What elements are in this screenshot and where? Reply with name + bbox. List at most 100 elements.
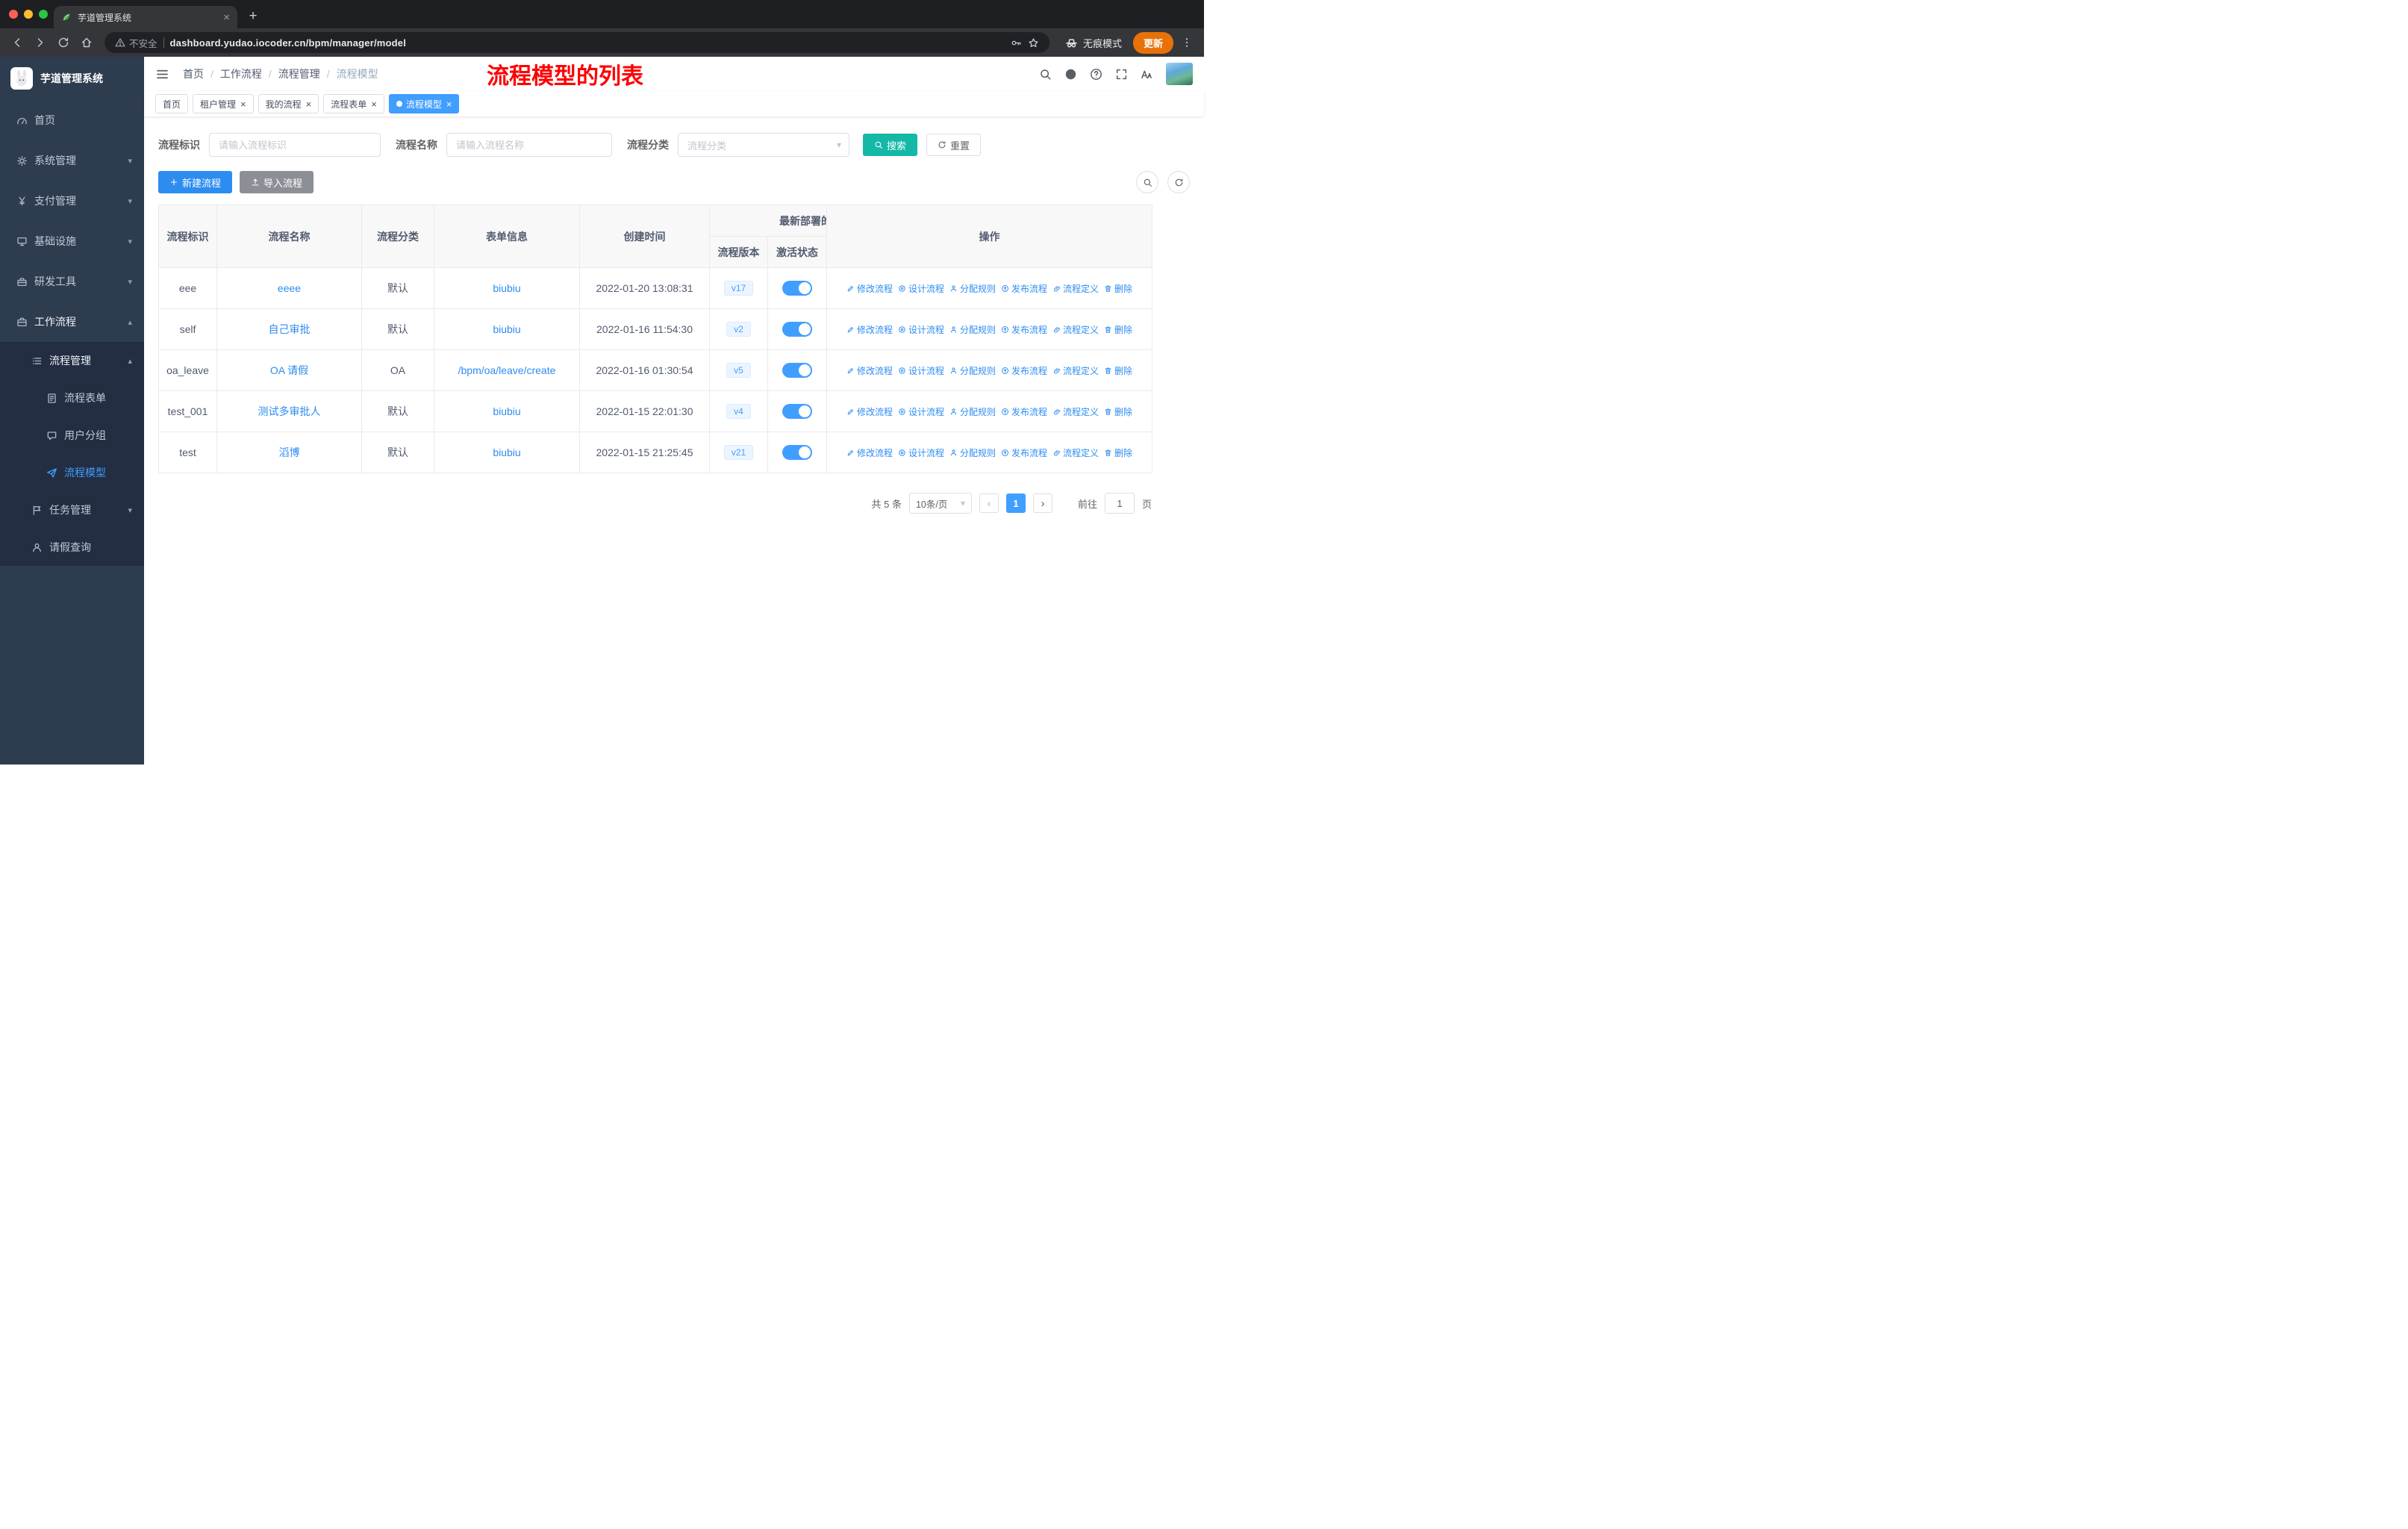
action-edit[interactable]: 修改流程 [846, 282, 893, 295]
security-status[interactable]: 不安全 [115, 36, 157, 50]
sidebar-item-6[interactable]: 流程管理 ▴ [0, 342, 144, 379]
sidebar-item-4[interactable]: 研发工具 ▾ [0, 261, 144, 302]
user-avatar[interactable] [1166, 63, 1193, 85]
current-page[interactable]: 1 [1005, 493, 1026, 513]
action-assign[interactable]: 分配规则 [949, 405, 996, 418]
sidebar-item-9[interactable]: 流程模型 [0, 454, 144, 491]
tab-tag-4[interactable]: 流程模型 × [388, 94, 460, 113]
home-button[interactable] [77, 33, 96, 52]
new-tab-button[interactable]: + [243, 7, 263, 26]
form-info-link[interactable]: biubiu [493, 282, 520, 294]
sidebar-item-1[interactable]: 系统管理 ▾ [0, 140, 144, 181]
close-icon[interactable]: × [446, 99, 452, 109]
action-assign[interactable]: 分配规则 [949, 323, 996, 336]
back-button[interactable] [7, 33, 27, 52]
key-icon[interactable] [1011, 37, 1022, 49]
browser-menu-button[interactable] [1177, 33, 1197, 52]
form-info-link[interactable]: biubiu [493, 323, 520, 335]
sidebar-item-3[interactable]: 基础设施 ▾ [0, 221, 144, 261]
header-search-icon[interactable] [1039, 68, 1052, 81]
action-definition[interactable]: 流程定义 [1052, 405, 1099, 418]
action-edit[interactable]: 修改流程 [846, 405, 893, 418]
breadcrumb-item[interactable]: 首页 [183, 66, 204, 81]
action-edit[interactable]: 修改流程 [846, 323, 893, 336]
form-info-link[interactable]: /bpm/oa/leave/create [458, 364, 556, 376]
model-name-link[interactable]: 测试多审批人 [258, 405, 321, 417]
address-bar[interactable]: 不安全 dashboard.yudao.iocoder.cn/bpm/manag… [105, 32, 1049, 53]
form-info-link[interactable]: biubiu [493, 446, 520, 458]
github-icon[interactable] [1064, 68, 1077, 81]
tab-tag-3[interactable]: 流程表单 × [323, 94, 384, 113]
active-toggle[interactable] [782, 363, 812, 378]
sidebar-item-5[interactable]: 工作流程 ▴ [0, 302, 144, 342]
action-definition[interactable]: 流程定义 [1052, 446, 1099, 459]
action-edit[interactable]: 修改流程 [846, 364, 893, 377]
update-button[interactable]: 更新 [1132, 31, 1173, 54]
action-assign[interactable]: 分配规则 [949, 282, 996, 295]
bookmark-star-icon[interactable] [1028, 37, 1039, 49]
model-name-link[interactable]: 滔博 [279, 446, 300, 458]
key-input[interactable] [209, 133, 381, 157]
show-search-button[interactable] [1136, 171, 1158, 193]
sidebar-item-8[interactable]: 用户分组 [0, 417, 144, 454]
active-toggle[interactable] [782, 404, 812, 419]
active-toggle[interactable] [782, 281, 812, 296]
action-edit[interactable]: 修改流程 [846, 446, 893, 459]
action-definition[interactable]: 流程定义 [1052, 282, 1099, 295]
sidebar-item-11[interactable]: 请假查询 [0, 529, 144, 566]
tab-tag-1[interactable]: 租户管理 × [193, 94, 254, 113]
action-publish[interactable]: 发布流程 [1001, 446, 1047, 459]
tab-tag-0[interactable]: 首页 [155, 94, 189, 113]
help-icon[interactable] [1090, 68, 1102, 81]
action-definition[interactable]: 流程定义 [1052, 364, 1099, 377]
action-delete[interactable]: 删除 [1104, 282, 1132, 295]
breadcrumb-item[interactable]: 工作流程 [220, 66, 262, 81]
browser-tab[interactable]: 芋道管理系统 × [54, 6, 237, 28]
window-close-button[interactable] [9, 10, 18, 19]
fullscreen-icon[interactable] [1115, 68, 1128, 81]
search-button[interactable]: 搜索 [863, 134, 918, 156]
form-info-link[interactable]: biubiu [493, 405, 520, 417]
name-input[interactable] [446, 133, 612, 157]
breadcrumb-item[interactable]: 流程模型 [337, 66, 378, 81]
action-publish[interactable]: 发布流程 [1001, 405, 1047, 418]
breadcrumb-item[interactable]: 流程管理 [278, 66, 320, 81]
model-name-link[interactable]: 自己审批 [269, 323, 311, 335]
close-icon[interactable]: × [371, 99, 377, 109]
tab-close-icon[interactable]: × [223, 11, 230, 24]
action-assign[interactable]: 分配规则 [949, 364, 996, 377]
sidebar-item-7[interactable]: 流程表单 [0, 379, 144, 417]
create-model-button[interactable]: 新建流程 [158, 171, 233, 193]
model-name-link[interactable]: OA 请假 [270, 364, 308, 376]
action-delete[interactable]: 删除 [1104, 446, 1132, 459]
window-minimize-button[interactable] [24, 10, 33, 19]
next-page-button[interactable]: › [1032, 493, 1052, 513]
action-delete[interactable]: 删除 [1104, 364, 1132, 377]
close-icon[interactable]: × [240, 99, 246, 109]
action-assign[interactable]: 分配规则 [949, 446, 996, 459]
action-design[interactable]: 设计流程 [898, 405, 944, 418]
page-size-select[interactable]: 10条/页 ▾ [908, 493, 972, 514]
reset-button[interactable]: 重置 [926, 134, 982, 156]
reload-button[interactable] [54, 33, 73, 52]
category-select[interactable]: 流程分类 ▾ [678, 133, 849, 157]
active-toggle[interactable] [782, 445, 812, 460]
font-size-icon[interactable] [1141, 68, 1153, 81]
import-model-button[interactable]: 导入流程 [240, 171, 314, 193]
sidebar-item-0[interactable]: 首页 [0, 100, 144, 140]
action-publish[interactable]: 发布流程 [1001, 282, 1047, 295]
action-publish[interactable]: 发布流程 [1001, 323, 1047, 336]
action-design[interactable]: 设计流程 [898, 282, 944, 295]
sidebar-collapse-button[interactable] [155, 67, 169, 81]
close-icon[interactable]: × [306, 99, 312, 109]
action-definition[interactable]: 流程定义 [1052, 323, 1099, 336]
prev-page-button[interactable]: ‹ [979, 493, 999, 513]
action-publish[interactable]: 发布流程 [1001, 364, 1047, 377]
goto-page-input[interactable] [1104, 493, 1135, 514]
action-design[interactable]: 设计流程 [898, 364, 944, 377]
sidebar-item-2[interactable]: 支付管理 ▾ [0, 181, 144, 221]
action-delete[interactable]: 删除 [1104, 323, 1132, 336]
action-design[interactable]: 设计流程 [898, 323, 944, 336]
model-name-link[interactable]: eeee [278, 282, 301, 294]
window-zoom-button[interactable] [39, 10, 48, 19]
